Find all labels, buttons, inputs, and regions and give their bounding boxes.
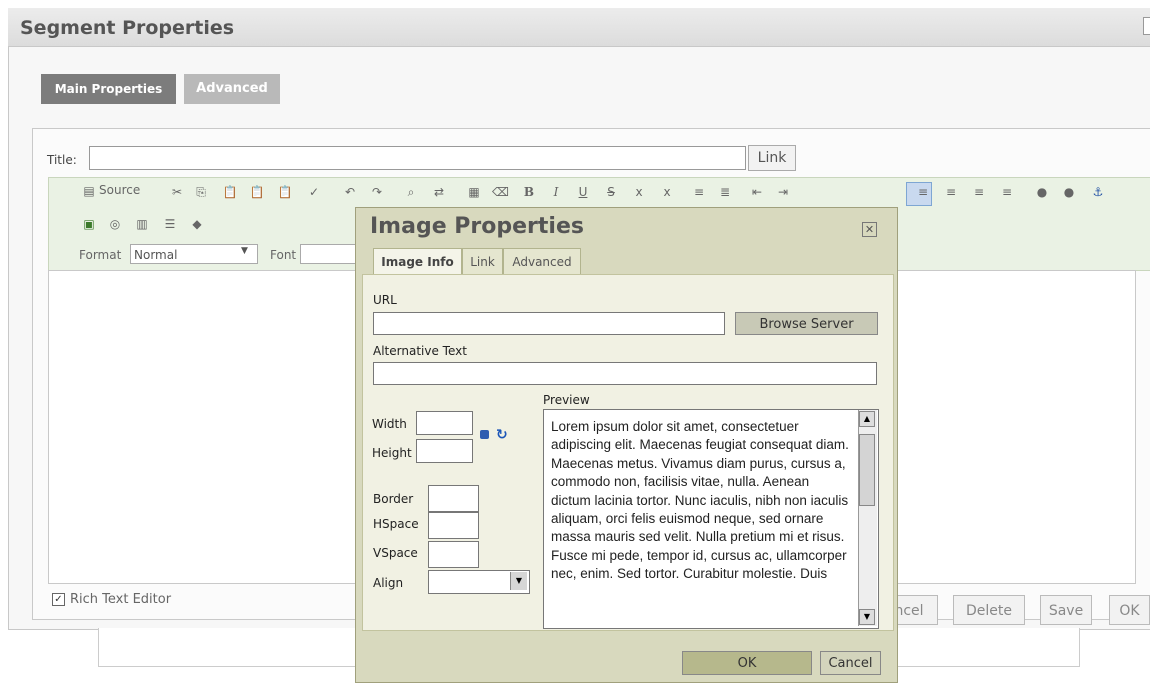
dialog-title: Image Properties	[370, 214, 584, 239]
tab-advanced[interactable]: Advanced	[184, 74, 280, 104]
scroll-down-icon[interactable]: ▼	[859, 609, 875, 625]
format-label: Format	[79, 248, 122, 262]
url-input[interactable]	[373, 312, 725, 335]
paste-text-icon[interactable]: 📋	[249, 184, 265, 200]
redo-icon[interactable]: ↷	[369, 184, 385, 200]
reset-size-icon[interactable]: ↻	[496, 428, 508, 442]
title-input[interactable]	[89, 146, 746, 170]
tab-link[interactable]: Link	[462, 248, 503, 275]
paste-word-icon[interactable]: 📋	[277, 184, 293, 200]
align-center-icon[interactable]: ≡	[943, 184, 959, 200]
replace-icon[interactable]: ⇄	[431, 184, 447, 200]
vspace-input[interactable]	[428, 541, 479, 568]
ok-button[interactable]: OK	[1109, 595, 1150, 625]
bulleted-list-icon[interactable]: ≣	[717, 184, 733, 200]
height-input[interactable]	[416, 439, 473, 463]
dialog-cancel-button[interactable]: Cancel	[820, 651, 881, 675]
browse-server-button[interactable]: Browse Server	[735, 312, 878, 335]
rich-text-editor-checkbox[interactable]: ✓	[52, 593, 65, 606]
image-icon[interactable]: ▣	[81, 216, 97, 232]
panel-title: Segment Properties	[20, 17, 235, 39]
alternative-text-label: Alternative Text	[373, 344, 467, 358]
numbered-list-icon[interactable]: ≡	[691, 184, 707, 200]
strike-icon[interactable]: S	[603, 184, 619, 200]
source-button[interactable]: Source	[99, 183, 140, 197]
superscript-icon[interactable]: x	[659, 184, 675, 200]
format-select[interactable]: Normal	[130, 244, 258, 264]
chevron-down-icon[interactable]: ▼	[510, 572, 527, 590]
indent-icon[interactable]: ⇥	[775, 184, 791, 200]
hspace-label: HSpace	[373, 517, 419, 531]
remove-format-icon[interactable]: ⌫	[492, 184, 509, 200]
lock-ratio-icon[interactable]	[480, 430, 489, 439]
unlink-icon[interactable]: ●	[1061, 184, 1077, 200]
paste-icon[interactable]: 📋	[222, 184, 238, 200]
bold-icon[interactable]: B	[521, 184, 537, 200]
spellcheck-icon[interactable]: ✓	[306, 184, 322, 200]
align-label: Align	[373, 576, 404, 590]
link-button[interactable]: Link	[748, 145, 796, 171]
underline-icon[interactable]: U	[575, 184, 591, 200]
scroll-up-icon[interactable]: ▲	[859, 411, 875, 427]
preview-text: Lorem ipsum dolor sit amet, consectetuer…	[551, 419, 849, 582]
subscript-icon[interactable]: x	[631, 184, 647, 200]
horizontal-rule-icon[interactable]: ☰	[162, 216, 178, 232]
url-label: URL	[373, 293, 397, 307]
table-icon[interactable]: ▥	[134, 216, 150, 232]
source-icon[interactable]: ▤	[81, 183, 97, 199]
vspace-label: VSpace	[373, 546, 418, 560]
title-label: Title:	[47, 153, 77, 167]
justify-icon[interactable]: ≡	[999, 184, 1015, 200]
align-left-icon[interactable]: ≡	[915, 184, 931, 200]
save-button[interactable]: Save	[1040, 595, 1092, 625]
copy-icon[interactable]: ⎘	[193, 184, 209, 200]
find-icon[interactable]: ⌕	[403, 184, 419, 200]
border-input[interactable]	[428, 485, 479, 512]
hspace-input[interactable]	[428, 512, 479, 539]
rich-text-editor-label: Rich Text Editor	[70, 592, 172, 607]
select-all-icon[interactable]: ▦	[466, 184, 482, 200]
tab-image-info[interactable]: Image Info	[373, 248, 462, 275]
align-right-icon[interactable]: ≡	[971, 184, 987, 200]
italic-icon[interactable]: I	[548, 184, 564, 200]
font-select[interactable]	[300, 244, 360, 264]
tab-advanced-image[interactable]: Advanced	[503, 248, 581, 275]
height-label: Height	[372, 446, 412, 460]
scroll-thumb[interactable]	[859, 434, 875, 506]
flash-icon[interactable]: ◎	[107, 216, 123, 232]
border-label: Border	[373, 492, 414, 506]
close-icon[interactable]: ✕	[862, 222, 877, 237]
tab-main-properties[interactable]: Main Properties	[41, 74, 176, 104]
anchor-icon[interactable]: ⚓	[1090, 184, 1106, 200]
dialog-ok-button[interactable]: OK	[682, 651, 812, 675]
width-label: Width	[372, 417, 407, 431]
chevron-down-icon[interactable]: ▼	[241, 246, 248, 256]
outdent-icon[interactable]: ⇤	[749, 184, 765, 200]
font-label: Font	[270, 248, 297, 262]
panel-close-button[interactable]	[1143, 17, 1150, 35]
link-icon[interactable]: ●	[1034, 184, 1050, 200]
cut-icon[interactable]: ✂	[169, 184, 185, 200]
special-char-icon[interactable]: ◆	[189, 216, 205, 232]
width-input[interactable]	[416, 411, 473, 435]
alternative-text-input[interactable]	[373, 362, 877, 385]
preview-label: Preview	[543, 393, 590, 407]
undo-icon[interactable]: ↶	[342, 184, 358, 200]
delete-button[interactable]: Delete	[953, 595, 1025, 625]
